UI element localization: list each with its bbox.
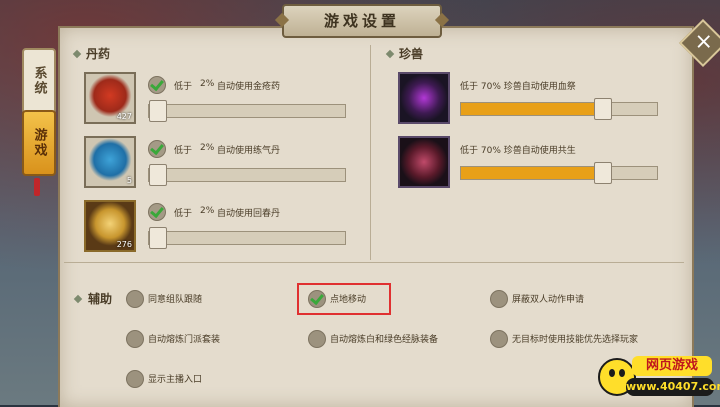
beast-skill-2-icon[interactable] (398, 136, 450, 188)
option-tap-move-label: 点地移动 (330, 295, 367, 305)
item-count: 5 (126, 176, 132, 185)
beast-2-slider[interactable] (460, 162, 658, 184)
pill-1-prefix: 低于 (174, 82, 193, 92)
tassel-decoration (34, 178, 40, 196)
watermark-url-text: www.40407.com (626, 378, 720, 396)
option-smelt-white-green-label: 自动熔炼白和绿色经脉装备 (330, 335, 439, 345)
option-target-player-radio[interactable] (490, 330, 508, 348)
pill-3-text: 自动使用回春丹 (217, 209, 281, 219)
slider-knob[interactable] (149, 100, 167, 122)
slider-knob[interactable] (594, 98, 613, 120)
slider-fill (461, 167, 603, 179)
pill-3-checkbox[interactable] (148, 203, 166, 221)
pill-3-slider[interactable] (148, 227, 346, 249)
option-block-duo-label: 屏蔽双人动作申请 (512, 295, 585, 305)
pill-item-3[interactable]: 276 (84, 200, 136, 252)
tab-game[interactable]: 游戏 (22, 110, 56, 176)
pill-1-text: 自动使用金疮药 (217, 82, 281, 92)
option-target-player-label: 无目标时使用技能优先选择玩家 (512, 335, 639, 345)
beasts-section-title: 珍兽 (399, 47, 424, 61)
option-team-follow-label: 同意组队跟随 (148, 295, 203, 305)
pill-1-percent: 2% (200, 79, 215, 89)
column-divider (370, 45, 371, 260)
option-team-follow-radio[interactable] (126, 290, 144, 308)
slider-knob[interactable] (149, 164, 167, 186)
close-icon: × (694, 29, 713, 55)
section-divider (64, 262, 684, 263)
option-tap-move-radio[interactable] (308, 290, 326, 308)
panel-title: 游戏设置 (282, 4, 442, 38)
pill-3-prefix: 低于 (174, 209, 193, 219)
option-block-duo-radio[interactable] (490, 290, 508, 308)
site-watermark: 网页游戏 www.40407.com (596, 352, 720, 400)
beast-skill-1-icon[interactable] (398, 72, 450, 124)
pill-1-slider[interactable] (148, 100, 346, 122)
pill-2-slider[interactable] (148, 164, 346, 186)
item-count: 276 (116, 240, 132, 249)
pill-2-checkbox[interactable] (148, 140, 166, 158)
item-count: 427 (116, 112, 132, 121)
beast-1-text: 低于 70% 珍兽自动使用血祭 (460, 82, 576, 92)
pills-section-title: 丹药 (86, 47, 111, 61)
slider-knob[interactable] (594, 162, 613, 184)
option-smelt-sect-radio[interactable] (126, 330, 144, 348)
pill-item-1[interactable]: 427 (84, 72, 136, 124)
option-smelt-white-green-radio[interactable] (308, 330, 326, 348)
option-streamer-entry-label: 显示主播入口 (148, 375, 203, 385)
beast-1-slider[interactable] (460, 98, 658, 120)
pill-1-checkbox[interactable] (148, 76, 166, 94)
pill-2-percent: 2% (200, 143, 215, 153)
tab-system[interactable]: 系统 (22, 48, 56, 114)
option-smelt-sect-label: 自动熔炼门派套装 (148, 335, 221, 345)
assist-section-title: 辅助 (88, 292, 113, 306)
pill-item-2[interactable]: 5 (84, 136, 136, 188)
pill-2-text: 自动使用练气丹 (217, 146, 281, 156)
beast-2-text: 低于 70% 珍兽自动使用共生 (460, 146, 576, 156)
watermark-top-text: 网页游戏 (632, 356, 712, 376)
pill-3-percent: 2% (200, 206, 215, 216)
pill-2-prefix: 低于 (174, 146, 193, 156)
slider-knob[interactable] (149, 227, 167, 249)
slider-fill (461, 103, 603, 115)
option-streamer-entry-radio[interactable] (126, 370, 144, 388)
